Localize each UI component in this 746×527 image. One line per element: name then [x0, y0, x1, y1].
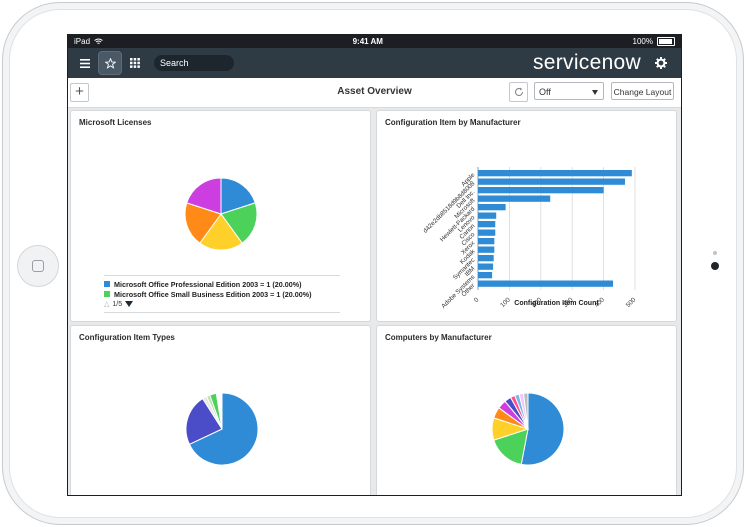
bar[interactable] [478, 263, 494, 270]
bar[interactable] [478, 255, 494, 262]
x-tick-label: 0 [473, 296, 481, 304]
legend-swatch [104, 281, 110, 287]
pager-text: 1/5 [112, 300, 123, 308]
hamburger-icon [80, 58, 90, 68]
grid-icon [130, 58, 140, 68]
home-button[interactable] [17, 245, 59, 287]
legend-item[interactable]: Microsoft Office Professional Edition 20… [104, 279, 340, 289]
bar[interactable] [478, 280, 614, 287]
refresh-button[interactable] [509, 82, 528, 102]
computers-by-manufacturer-pie-chart [491, 392, 565, 466]
bar[interactable] [478, 204, 506, 211]
refresh-icon [514, 87, 523, 96]
favorites-button[interactable] [98, 51, 122, 75]
star-icon [104, 57, 116, 69]
bar[interactable] [478, 212, 497, 219]
battery-icon [657, 37, 675, 46]
ci-types-pie-chart [185, 392, 259, 466]
wifi-icon [94, 38, 103, 44]
bar[interactable] [478, 170, 632, 177]
x-axis-label: Configuration Item Count [514, 300, 599, 307]
panel-microsoft-licenses: Microsoft Licenses Microsoft Office Prof… [70, 110, 371, 322]
brand-logo: servicenow [532, 51, 641, 74]
bar[interactable] [478, 238, 495, 245]
dashboard-toolbar: + Asset Overview Off Change Layout [68, 78, 681, 108]
status-time: 9:41 AM [352, 37, 383, 46]
bar[interactable] [478, 229, 496, 236]
bar[interactable] [478, 221, 496, 228]
panel-computers-by-manufacturer: Computers by Manufacturer [376, 325, 677, 495]
bar[interactable] [478, 246, 495, 253]
legend-label: Microsoft Office Professional Edition 20… [114, 279, 302, 289]
legend-pager: △ 1/5 [104, 300, 340, 308]
settings-button[interactable] [655, 56, 667, 74]
legend-label: Microsoft Office Small Business Edition … [114, 289, 312, 299]
refresh-interval-select[interactable]: Off [534, 82, 604, 100]
bar[interactable] [478, 178, 625, 185]
screen: iPad 9:41 AM 100% Search servicenow + As… [67, 34, 682, 496]
legend-swatch [104, 291, 110, 297]
panel-ci-types: Configuration Item Types [70, 325, 371, 495]
chevron-down-icon [592, 90, 598, 95]
panel-ci-by-manufacturer: Configuration Item by Manufacturer 0 100 2… [376, 110, 677, 322]
battery-percent: 100% [632, 37, 653, 46]
x-tick-label: 100 [499, 296, 512, 309]
select-value: Off [539, 87, 551, 97]
status-bar: iPad 9:41 AM 100% [68, 35, 681, 48]
microsoft-licenses-pie-chart [184, 177, 258, 251]
legend-item[interactable]: Microsoft Office Small Business Edition … [104, 289, 340, 299]
x-tick-label: 500 [625, 296, 638, 309]
search-input[interactable]: Search [154, 55, 234, 71]
bar[interactable] [478, 272, 493, 279]
apps-button[interactable] [124, 52, 146, 74]
gear-icon [655, 57, 667, 69]
change-layout-button[interactable]: Change Layout [611, 82, 674, 100]
chart-legend: Microsoft Office Professional Edition 20… [104, 275, 340, 313]
sensor-dot [713, 251, 717, 255]
nav-bar: Search servicenow [68, 48, 681, 78]
camera [711, 262, 719, 270]
bar[interactable] [478, 195, 551, 202]
ci-by-manufacturer-bar-chart: 0 100 200 300 400 500Appled42e2db8518d9b8d800… [422, 167, 638, 310]
home-icon [32, 260, 44, 272]
bar[interactable] [478, 187, 604, 194]
pager-down-icon[interactable] [125, 301, 134, 307]
device-name: iPad [74, 37, 91, 46]
menu-button[interactable] [74, 52, 96, 74]
pager-up-icon[interactable]: △ [104, 300, 109, 308]
